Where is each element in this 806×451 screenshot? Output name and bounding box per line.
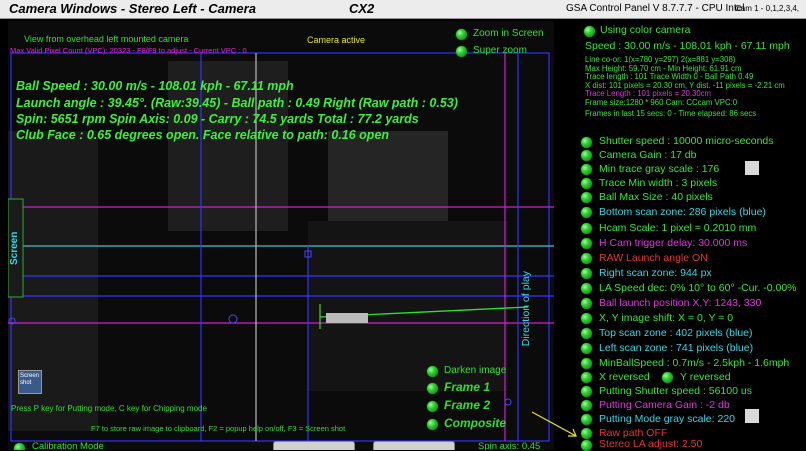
gray-scale-led-icon[interactable] — [581, 164, 592, 175]
spin-readout: Spin: 5651 rpm Spin Axis: 0.09 - Carry :… — [16, 112, 419, 126]
super-zoom-led-icon[interactable] — [456, 46, 467, 57]
zoom-in-screen-button[interactable]: Zoom in Screen — [473, 28, 544, 39]
using-color-camera-label: Using color camera — [600, 24, 691, 36]
right-scan-zone-setting[interactable]: Right scan zone: 944 px — [599, 267, 712, 279]
la-speed-dec-setting[interactable]: LA Speed dec: 0% 10° to 60° -Cur. -0.00% — [599, 282, 797, 294]
view-label: View from overhead left mounted camera — [24, 34, 189, 44]
trace-width-led-icon[interactable] — [581, 178, 592, 189]
image-shift-led-icon[interactable] — [581, 313, 592, 324]
putting-gray-scale-setting[interactable]: Putting Mode gray scale: 220 — [599, 413, 735, 425]
right-zone-led-icon[interactable] — [581, 268, 592, 279]
camera-view[interactable]: View from overhead left mounted camera M… — [8, 21, 554, 450]
ball-launch-position-setting[interactable]: Ball launch position X,Y: 1243, 330 — [599, 297, 761, 309]
putting-gain-led-icon[interactable] — [581, 400, 592, 411]
composite-led-icon[interactable] — [427, 419, 438, 430]
image-shift-setting[interactable]: X, Y image shift: X = 0, Y = 0 — [599, 312, 733, 324]
frame2-button[interactable]: Frame 2 — [444, 398, 490, 412]
top-scan-zone-setting[interactable]: Top scan zone : 402 pixels (blue) — [599, 327, 753, 339]
shutter-speed-setting[interactable]: Shutter speed : 10000 micro-seconds — [599, 135, 774, 147]
mode-help-text: Press P key for Putting mode, C key for … — [11, 404, 207, 413]
screen-side-label: Screen — [9, 231, 20, 265]
putting-shutter-led-icon[interactable] — [581, 386, 592, 397]
bottom-button-right[interactable] — [373, 441, 455, 450]
stereo-la-adjust-setting[interactable]: Stereo LA adjust: 2.50 — [599, 439, 702, 450]
ball-max-size-setting[interactable]: Ball Max Size : 40 pixels — [599, 191, 713, 203]
frame-size-info: Frame size:1280 * 960 Cam: CCcam VPC:0 — [585, 97, 738, 107]
trace-info-block: Line co-or: 1(x=780 y=297) 2(x=881 y=308… — [585, 55, 785, 118]
stereo-la-led-icon[interactable] — [581, 440, 592, 451]
ball-size-led-icon[interactable] — [581, 192, 592, 203]
composite-button[interactable]: Composite — [444, 416, 506, 430]
launch-pos-led-icon[interactable] — [581, 298, 592, 309]
camera-active-label: Camera active — [307, 35, 366, 45]
la-speed-led-icon[interactable] — [581, 283, 592, 294]
raw-path-led-icon[interactable] — [581, 428, 592, 439]
color-camera-led-icon[interactable] — [584, 26, 595, 37]
function-keys-help: F7 to store raw image to clipboard, F2 =… — [91, 424, 346, 433]
pointer-arrow-icon — [531, 411, 577, 437]
vpc-line: Max Valid Pixel Count (VPC): 20323 - F8/… — [10, 46, 247, 55]
ball-speed-readout: Ball Speed : 30.00 m/s - 108.01 kph - 67… — [16, 79, 294, 93]
putting-gray-led-icon[interactable] — [581, 414, 592, 425]
trace-min-width-setting[interactable]: Trace Min width : 3 pixels — [599, 177, 717, 189]
gain-led-icon[interactable] — [581, 150, 592, 161]
screenshot-icon-label: Screen shot — [20, 373, 40, 386]
zoom-in-led-icon[interactable] — [456, 29, 467, 40]
left-zone-led-icon[interactable] — [581, 343, 592, 354]
min-trace-gray-setting[interactable]: Min trace gray scale : 176 — [599, 163, 719, 175]
club-face-readout: Club Face : 0.65 degrees open. Face rela… — [16, 128, 390, 142]
gray-scale-swatch — [745, 161, 759, 175]
putting-gain-setting[interactable]: Putting Camera Gain : -2 db — [599, 399, 730, 411]
frame1-button[interactable]: Frame 1 — [444, 380, 490, 394]
min-ball-speed-led-icon[interactable] — [581, 358, 592, 369]
frame1-led-icon[interactable] — [427, 383, 438, 394]
camera-gain-setting[interactable]: Camera Gain : 17 db — [599, 149, 696, 161]
darken-image-led-icon[interactable] — [427, 366, 438, 377]
calibration-mode-button[interactable]: Calibration Mode — [32, 441, 104, 450]
title-bar: Camera Windows - Stereo Left - Camera CX… — [0, 0, 806, 19]
control-panel-title: GSA Control Panel V 8.7.7.7 - CPU Intel — [566, 3, 745, 14]
camera-index-label: Cam 1 - 0,1,2,3,4, — [735, 4, 800, 13]
y-reversed-led-icon[interactable] — [662, 372, 673, 383]
panel-speed-readout: Speed : 30.00 m/s - 108.01 kph - 67.11 m… — [585, 40, 790, 52]
min-ball-speed-setting[interactable]: MinBallSpeed : 0.7m/s - 2.5kph - 1.6mph — [599, 357, 789, 369]
putting-gray-swatch — [745, 409, 759, 423]
screenshot-icon[interactable]: Screen shot — [18, 370, 42, 394]
model-label: CX2 — [349, 1, 375, 16]
frames-info: Frames in last 15 secs: 0 - Time elapsed… — [585, 108, 757, 118]
top-zone-led-icon[interactable] — [581, 328, 592, 339]
left-scan-zone-setting[interactable]: Left scan zone : 741 pixels (blue) — [599, 342, 753, 354]
window-title: Camera Windows - Stereo Left - Camera — [9, 1, 256, 16]
super-zoom-button[interactable]: Super zoom — [473, 45, 527, 56]
launch-angle-readout: Launch angle : 39.45°. (Raw:39.45) - Bal… — [16, 96, 458, 110]
y-reversed-toggle[interactable]: Y reversed — [680, 371, 731, 383]
x-reversed-toggle[interactable]: X reversed — [599, 371, 650, 383]
bottom-scan-zone-setting[interactable]: Bottom scan zone: 286 pixels (blue) — [599, 206, 766, 218]
x-reversed-led-icon[interactable] — [581, 372, 592, 383]
shutter-led-icon[interactable] — [581, 137, 592, 148]
darken-image-button[interactable]: Darken image — [444, 365, 506, 376]
hcam-scale-setting[interactable]: Hcam Scale: 1 pixel = 0.2010 mm — [599, 222, 756, 234]
bottom-zone-led-icon[interactable] — [581, 207, 592, 218]
frame2-led-icon[interactable] — [427, 401, 438, 412]
hcam-scale-led-icon[interactable] — [581, 223, 592, 234]
direction-of-play-label: Direction of play — [520, 271, 532, 347]
bottom-button-left[interactable] — [273, 441, 355, 450]
trigger-delay-led-icon[interactable] — [581, 238, 592, 249]
raw-launch-angle-toggle[interactable]: RAW Launch angle ON — [599, 252, 708, 264]
spin-axis-label: Spin axis: 0.45 — [478, 441, 541, 450]
raw-launch-led-icon[interactable] — [581, 253, 592, 264]
putting-shutter-setting[interactable]: Putting Shutter speed : 56100 us — [599, 385, 752, 397]
trigger-delay-setting[interactable]: H Cam trigger delay: 30.000 ms — [599, 237, 747, 249]
calibration-led-icon[interactable] — [14, 443, 25, 450]
